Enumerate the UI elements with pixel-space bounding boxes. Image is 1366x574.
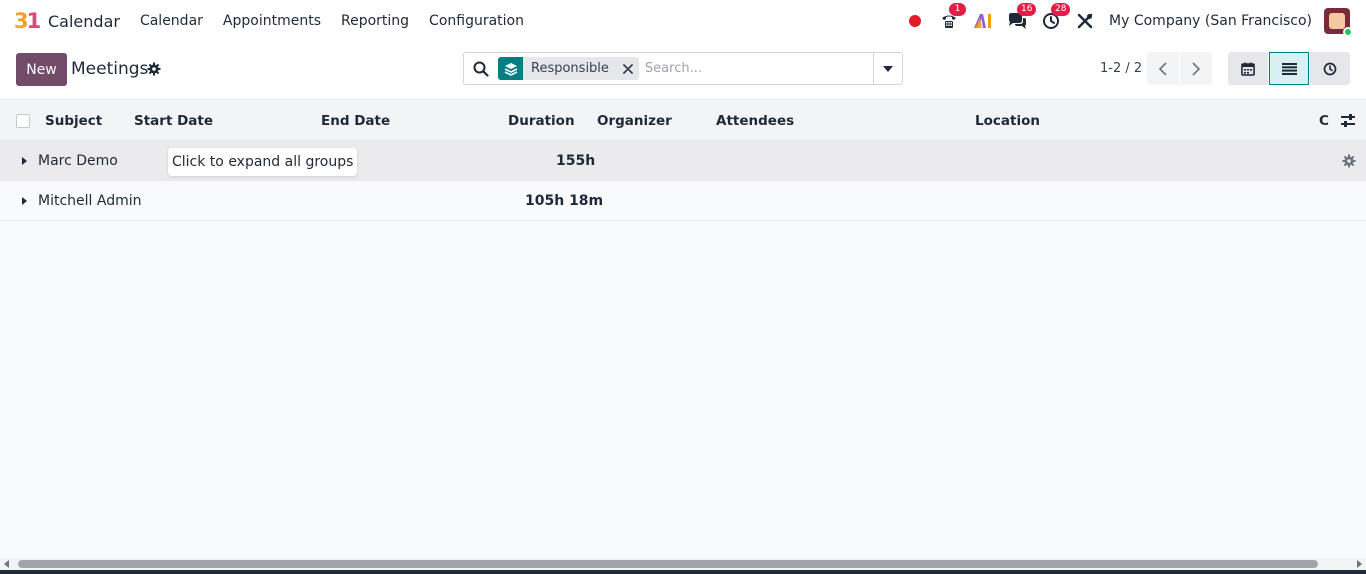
- menu-appointments[interactable]: Appointments: [223, 13, 321, 29]
- activity-clock-icon[interactable]: 28: [1041, 3, 1071, 31]
- search-input[interactable]: [642, 54, 873, 83]
- view-calendar-button[interactable]: [1228, 52, 1268, 85]
- search-icon[interactable]: [464, 53, 498, 84]
- systray: 1 16 28 My Company (San Francisco): [891, 0, 1353, 42]
- new-button[interactable]: New: [16, 53, 67, 86]
- optional-columns-sliders-icon[interactable]: [1340, 113, 1356, 129]
- scroll-left-icon[interactable]: [4, 560, 9, 568]
- facet-remove-icon[interactable]: [617, 57, 639, 80]
- expand-groups-tooltip: Click to expand all groups: [168, 148, 358, 176]
- chat-icon[interactable]: 16: [1007, 3, 1037, 31]
- company-switcher[interactable]: My Company (San Francisco): [1109, 13, 1312, 29]
- chevron-right-icon: [1192, 61, 1201, 76]
- view-activity-button[interactable]: [1310, 52, 1350, 85]
- tools-icon[interactable]: [1075, 11, 1095, 31]
- activity-badge: 28: [1051, 3, 1071, 16]
- calendar-icon: [1241, 62, 1255, 76]
- facet-label: Responsible: [531, 61, 609, 76]
- horizontal-scrollbar[interactable]: [0, 558, 1366, 570]
- gear-icon[interactable]: [147, 62, 161, 76]
- group-gear-icon[interactable]: [1342, 154, 1356, 168]
- control-panel: New Meetings Responsible Search... 1-2 /…: [0, 42, 1366, 100]
- view-list-button[interactable]: [1269, 52, 1309, 85]
- caret-right-icon: [22, 157, 27, 165]
- phone-icon[interactable]: 1: [939, 3, 967, 31]
- search-facet-responsible: Responsible: [498, 57, 639, 80]
- select-all-checkbox[interactable]: [16, 114, 30, 128]
- clock-icon: [1323, 62, 1337, 75]
- list-header: Subject Start Date End Date Duration Org…: [0, 101, 1366, 141]
- column-subject[interactable]: Subject: [45, 113, 102, 129]
- chevron-left-icon: [1158, 61, 1167, 76]
- page-title: Meetings: [71, 59, 149, 79]
- group-by-layers-icon: [498, 57, 523, 80]
- group-name: Marc Demo: [38, 153, 118, 169]
- column-duration[interactable]: Duration: [508, 113, 575, 129]
- app-name[interactable]: Calendar: [48, 12, 120, 31]
- search-bar: Responsible: [463, 52, 903, 85]
- column-start-date[interactable]: Start Date: [134, 113, 213, 129]
- group-name: Mitchell Admin: [38, 193, 142, 209]
- column-location[interactable]: Location: [975, 113, 1040, 129]
- window-bottom-edge: [0, 570, 1366, 574]
- phone-badge: 1: [949, 3, 967, 16]
- user-avatar[interactable]: [1324, 8, 1353, 37]
- chat-badge: 16: [1017, 3, 1037, 16]
- column-organizer[interactable]: Organizer: [597, 113, 672, 129]
- group-duration-total: 105h 18m: [525, 193, 604, 209]
- list-icon: [1281, 62, 1297, 75]
- group-duration-total: 155h: [556, 153, 596, 169]
- column-end-date[interactable]: End Date: [321, 113, 390, 129]
- search-options-caret-icon[interactable]: [873, 53, 902, 84]
- pager-next-button[interactable]: [1180, 52, 1212, 85]
- menu-calendar[interactable]: Calendar: [140, 13, 203, 29]
- caret-right-icon: [22, 197, 27, 205]
- ai-icon[interactable]: [973, 11, 993, 31]
- online-status-icon: [1343, 27, 1353, 37]
- menu-reporting[interactable]: Reporting: [341, 13, 409, 29]
- recording-dot-icon[interactable]: [905, 11, 925, 31]
- pager-value[interactable]: 1-2 / 2: [1100, 61, 1142, 76]
- group-row-mitchell-admin[interactable]: Mitchell Admin 105h 18m: [0, 181, 1366, 221]
- scroll-right-icon[interactable]: [1357, 560, 1362, 568]
- scrollbar-thumb[interactable]: [18, 560, 1318, 568]
- top-navbar: 31 Calendar Calendar Appointments Report…: [0, 0, 1366, 42]
- column-truncated[interactable]: C: [1319, 113, 1330, 129]
- pager-previous-button[interactable]: [1147, 52, 1179, 85]
- column-attendees[interactable]: Attendees: [716, 113, 794, 129]
- calendar-app-logo-icon[interactable]: 31: [14, 9, 41, 33]
- menu-configuration[interactable]: Configuration: [429, 13, 524, 29]
